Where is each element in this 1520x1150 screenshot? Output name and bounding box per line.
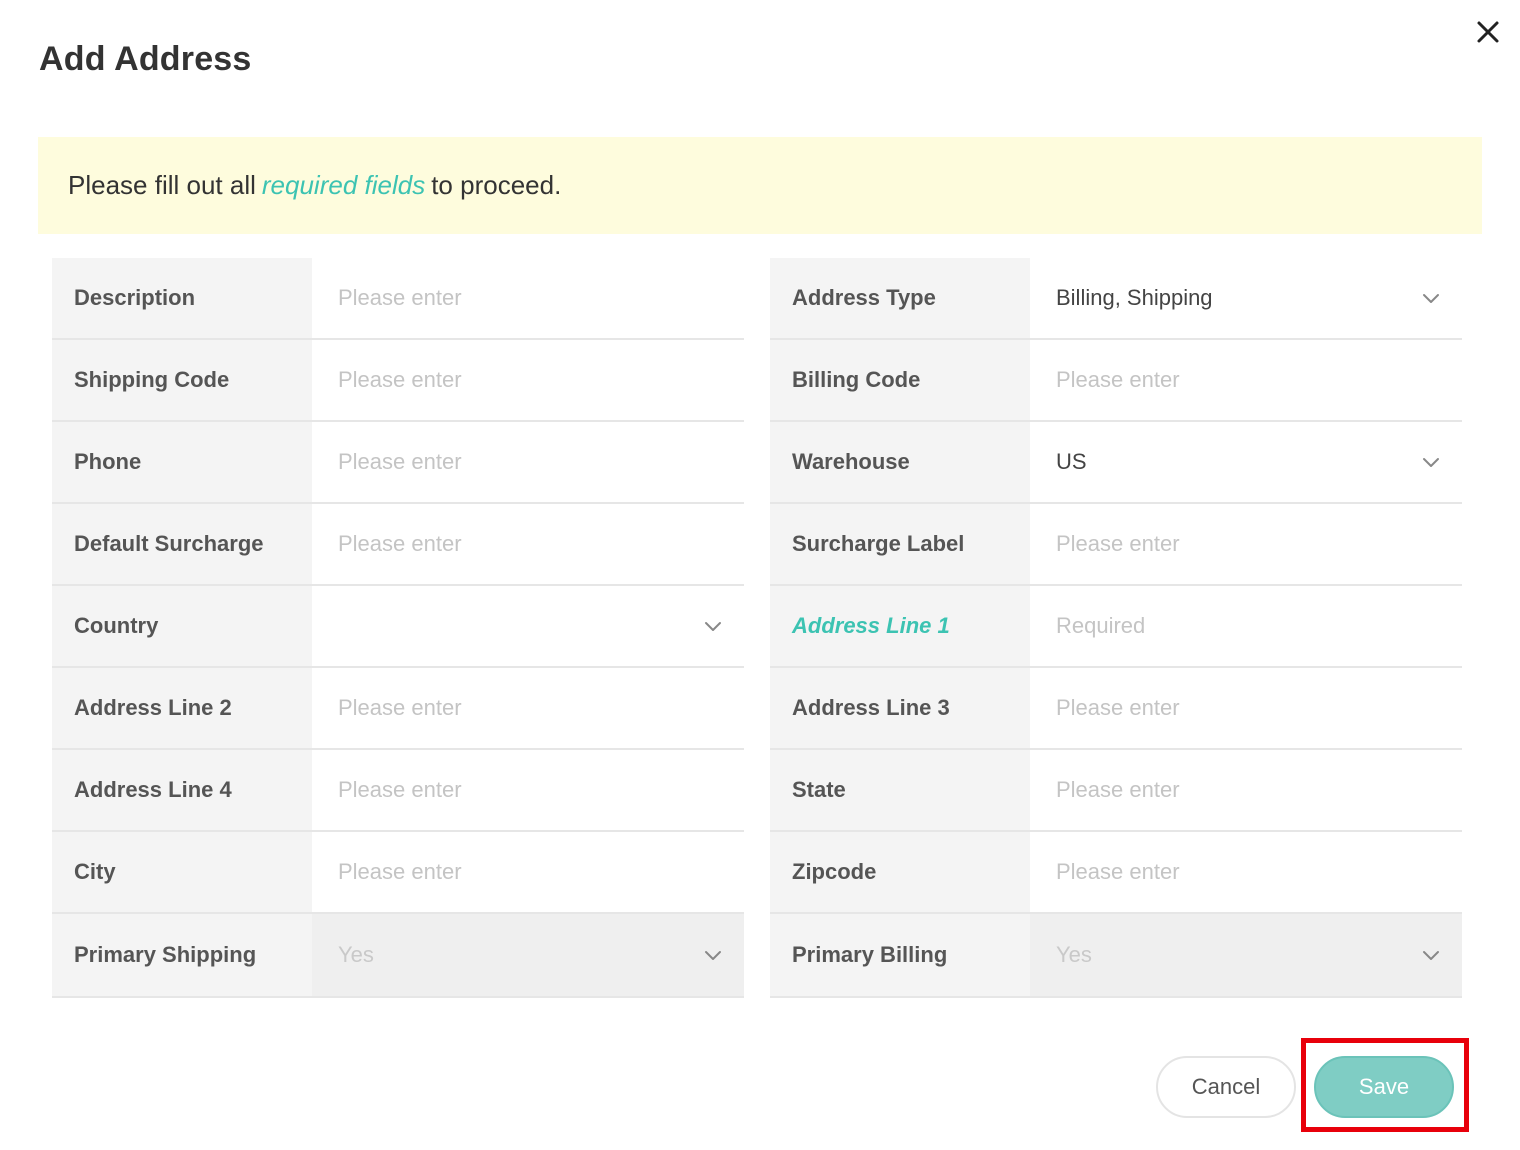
phone-input[interactable]: [338, 422, 724, 502]
field-label: City: [52, 832, 312, 912]
shipping-code-input[interactable]: [338, 340, 724, 420]
billing-code-input[interactable]: [1056, 340, 1442, 420]
field-label: Address Line 2: [52, 668, 312, 748]
default-surcharge-input[interactable]: [338, 504, 724, 584]
state-input[interactable]: [1056, 750, 1442, 830]
field-label: Primary Shipping: [52, 914, 312, 996]
chevron-down-icon: [1420, 451, 1442, 473]
city-input[interactable]: [338, 832, 724, 912]
form-column-right: Address Type Billing, Shipping Billing Cod…: [770, 258, 1462, 998]
phone-field: [312, 422, 744, 502]
form-column-left: DescriptionShipping CodePhoneDefault Sur…: [52, 258, 744, 998]
required-fields-link[interactable]: required fields: [262, 170, 425, 201]
form-row-address-line-1: Address Line 1: [770, 586, 1462, 668]
field-label: Zipcode: [770, 832, 1030, 912]
close-button[interactable]: [1470, 14, 1506, 50]
field-label: Default Surcharge: [52, 504, 312, 584]
chevron-down-icon: [702, 944, 724, 966]
form-row-zipcode: Zipcode: [770, 832, 1462, 914]
form-row-warehouse: Warehouse US: [770, 422, 1462, 504]
default-surcharge-field: [312, 504, 744, 584]
field-label: Surcharge Label: [770, 504, 1030, 584]
form-row-description: Description: [52, 258, 744, 340]
form-row-primary-billing: Primary Billing Yes: [770, 914, 1462, 998]
form-row-address-line-2: Address Line 2: [52, 668, 744, 750]
address-line-1-field: [1030, 586, 1462, 666]
form-row-shipping-code: Shipping Code: [52, 340, 744, 422]
chevron-down-icon: [1420, 287, 1442, 309]
shipping-code-field: [312, 340, 744, 420]
notice-prefix: Please fill out all: [68, 170, 256, 200]
country-select[interactable]: [312, 586, 744, 666]
description-field: [312, 258, 744, 338]
field-label: Address Line 3: [770, 668, 1030, 748]
address-line-3-field: [1030, 668, 1462, 748]
cancel-button[interactable]: Cancel: [1156, 1056, 1296, 1118]
save-button[interactable]: Save: [1314, 1056, 1454, 1118]
description-input[interactable]: [338, 258, 724, 338]
field-label: Primary Billing: [770, 914, 1030, 996]
select-value: Billing, Shipping: [1056, 285, 1213, 310]
field-label: Address Line 4: [52, 750, 312, 830]
field-label: Shipping Code: [52, 340, 312, 420]
field-label: Phone: [52, 422, 312, 502]
form-row-state: State: [770, 750, 1462, 832]
address-line-1-input[interactable]: [1056, 586, 1442, 666]
form-row-phone: Phone: [52, 422, 744, 504]
primary-shipping-select: Yes: [312, 914, 744, 996]
field-label: Address Type: [770, 258, 1030, 338]
address-line-2-field: [312, 668, 744, 748]
surcharge-label-field: [1030, 504, 1462, 584]
field-label: Warehouse: [770, 422, 1030, 502]
form-row-country: Country: [52, 586, 744, 668]
billing-code-field: [1030, 340, 1462, 420]
form-row-default-surcharge: Default Surcharge: [52, 504, 744, 586]
form-row-address-line-3: Address Line 3: [770, 668, 1462, 750]
close-icon: [1477, 21, 1499, 43]
chevron-down-icon: [702, 615, 724, 637]
address-line-4-input[interactable]: [338, 750, 724, 830]
warehouse-select[interactable]: US: [1030, 422, 1462, 502]
chevron-down-icon: [1420, 944, 1442, 966]
notice-suffix: to proceed.: [431, 170, 562, 200]
field-label: State: [770, 750, 1030, 830]
form-row-address-type: Address Type Billing, Shipping: [770, 258, 1462, 340]
select-value: Yes: [338, 942, 374, 967]
required-fields-notice: Please fill out all required fields to p…: [38, 137, 1482, 234]
form-row-surcharge-label: Surcharge Label: [770, 504, 1462, 586]
state-field: [1030, 750, 1462, 830]
address-line-2-input[interactable]: [338, 668, 724, 748]
field-label: Address Line 1: [770, 586, 1030, 666]
field-label: Billing Code: [770, 340, 1030, 420]
primary-billing-select: Yes: [1030, 914, 1462, 996]
form-row-address-line-4: Address Line 4: [52, 750, 744, 832]
form-row-primary-shipping: Primary Shipping Yes: [52, 914, 744, 998]
zipcode-field: [1030, 832, 1462, 912]
dialog-title: Add Address: [39, 40, 252, 78]
form-row-billing-code: Billing Code: [770, 340, 1462, 422]
surcharge-label-input[interactable]: [1056, 504, 1442, 584]
address-type-select[interactable]: Billing, Shipping: [1030, 258, 1462, 338]
field-label: Description: [52, 258, 312, 338]
form-row-city: City: [52, 832, 744, 914]
zipcode-input[interactable]: [1056, 832, 1442, 912]
select-value: US: [1056, 449, 1087, 474]
address-line-4-field: [312, 750, 744, 830]
add-address-dialog: Add Address Please fill out all required…: [0, 0, 1520, 1150]
select-value: Yes: [1056, 942, 1092, 967]
city-field: [312, 832, 744, 912]
address-line-3-input[interactable]: [1056, 668, 1442, 748]
field-label: Country: [52, 586, 312, 666]
